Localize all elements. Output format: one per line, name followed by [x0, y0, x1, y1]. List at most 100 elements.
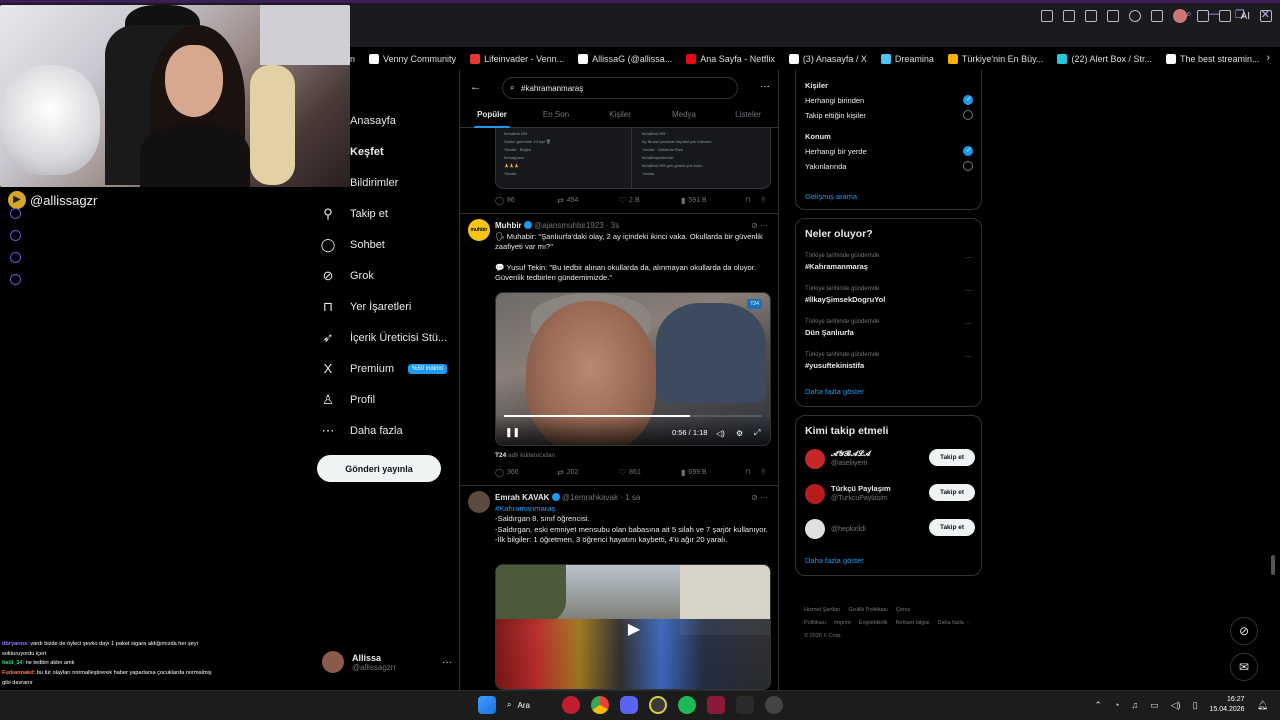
reader-icon[interactable] [1062, 10, 1075, 22]
bookmark-icon[interactable]: ⊓ [745, 468, 750, 476]
share-icon[interactable]: ⇪ [760, 468, 766, 476]
author-handle[interactable]: @1emrahkavak [562, 493, 618, 502]
fullscreen-icon[interactable]: ⤢ [754, 428, 760, 438]
bookmark-item[interactable]: Ana Sayfa - Netflix [686, 54, 775, 64]
discord-icon[interactable] [620, 696, 638, 714]
muhbir-avatar[interactable]: muhbir [468, 219, 490, 241]
radio-unselected[interactable] [963, 161, 973, 171]
nav-item-6[interactable]: ⊘ Grok [320, 260, 447, 291]
advanced-search-link[interactable]: Gelişmiş arama [805, 192, 857, 201]
trend-more-icon[interactable]: ··· [965, 253, 973, 262]
repost-button[interactable]: ⇄ 454 [557, 196, 619, 205]
author-name[interactable]: Muhbir [495, 221, 522, 230]
suggestion-handle[interactable]: @TurkcuPaylasim [831, 495, 888, 502]
nav-item-11[interactable]: ⋯ Daha fazla [320, 415, 447, 446]
footer-link[interactable]: Hizmet Şartları [804, 607, 840, 613]
bookmark-item[interactable]: Lifeinvader - Venn... [470, 54, 564, 64]
trend-item[interactable]: Türkiye tarihinde gündemde Dün Şanlıurfa ·… [805, 319, 973, 337]
radio-unselected[interactable] [963, 110, 973, 120]
opera-icon[interactable] [562, 696, 580, 714]
video-player-2[interactable]: ▶ [495, 564, 771, 690]
post-image[interactable]: ferhatbal 299 · Saldırı gününde 10 kişi 🗑… [495, 128, 771, 189]
footer-link[interactable]: Gizlilik Politikası [848, 607, 887, 613]
video-progress-bar[interactable] [504, 415, 762, 417]
filter-option[interactable]: Herhangi birinden [805, 95, 973, 105]
bookmark-icon[interactable]: ⊓ [745, 196, 750, 204]
nav-item-7[interactable]: ⊓ Yer İşaretleri [320, 291, 447, 322]
tweet-more-icon[interactable]: ⊘ ··· [751, 221, 768, 230]
bookmark-item[interactable]: Venny Community [369, 54, 456, 64]
repost-button[interactable]: ⇄ 202 [557, 468, 619, 477]
trend-more-icon[interactable]: ··· [965, 286, 973, 295]
mic-icon[interactable]: ♫ [1131, 700, 1138, 710]
history-icon[interactable] [10, 208, 21, 219]
emrah-avatar[interactable] [468, 491, 490, 513]
bookmark-item[interactable]: The best streamin... [1166, 54, 1260, 64]
suggestion-name[interactable]: 𝓐𝓨𝓑𝓐𝓛𝓐 [831, 449, 871, 459]
bookmark-item[interactable]: (3) Anasayfa / X [788, 54, 867, 64]
chevron-up-icon[interactable]: ⌃ [1094, 700, 1102, 711]
suggestion-name[interactable]: Türkçü Paylaşım [831, 484, 891, 493]
heart-icon[interactable] [1128, 10, 1141, 22]
nav-item-4[interactable]: ⚲ Takip et [320, 198, 447, 229]
search-icon[interactable]: ⌕ [1186, 8, 1192, 21]
wifi-icon[interactable]: ◔ [1114, 700, 1119, 710]
play-icon[interactable] [1106, 10, 1119, 22]
suggestion-handle[interactable]: @hepkirildi [831, 526, 866, 533]
filter-option[interactable]: Takip ettiğin kişiler [805, 110, 973, 120]
tab-4[interactable]: Medya [652, 106, 716, 127]
footer-link[interactable]: Reklam bilgisi [896, 620, 930, 626]
settings-icon[interactable]: ⚙ [736, 429, 743, 438]
video-source[interactable]: T24 adlı kullanıcıdan [495, 452, 555, 459]
follow-button[interactable]: Takip et [929, 449, 975, 466]
profile-avatar-icon[interactable] [1172, 9, 1187, 23]
footer-link[interactable]: Erişilebilirlik [859, 620, 888, 626]
scrollbar[interactable] [1271, 555, 1275, 575]
nav-item-8[interactable]: ➶ İçerik Üreticisi Stü... [320, 322, 448, 353]
grok-icon[interactable]: ⊘ [1230, 617, 1258, 645]
settings-icon[interactable] [765, 696, 783, 714]
adobe-icon[interactable] [707, 696, 725, 714]
like-button[interactable]: ♡ 2 B [619, 196, 681, 205]
radio-selected[interactable] [963, 146, 973, 156]
screenshot-icon[interactable] [1040, 10, 1053, 22]
nav-item-10[interactable]: ♙ Profil [320, 384, 447, 415]
trend-more-icon[interactable]: ··· [965, 352, 973, 361]
app-icon[interactable] [736, 696, 754, 714]
reply-button[interactable]: ◯ 86 [495, 196, 557, 205]
post-button[interactable]: Gönderi yayınla [317, 455, 441, 482]
pause-icon[interactable]: ❚❚ [505, 427, 520, 438]
bookmark-item[interactable]: AllissaG (@allissa... [578, 54, 672, 64]
volume-icon[interactable]: ◁) [1171, 700, 1181, 711]
tweet-time[interactable]: 3s [611, 221, 619, 230]
notification-icon[interactable]: 🔔︎ [1257, 700, 1268, 711]
filter-option[interactable]: Herhangi bir yerde [805, 146, 973, 156]
follow-suggestion[interactable]: @hepkirildi Takip et [805, 517, 975, 543]
settings-icon[interactable] [10, 274, 21, 285]
filter-option[interactable]: Yakınlarında [805, 161, 973, 171]
suggestion-avatar[interactable] [805, 484, 825, 504]
account-switcher[interactable]: Allissa @allissagzrr ··· [322, 651, 452, 673]
battery-icon[interactable]: ▯ [1193, 700, 1198, 711]
back-arrow-icon[interactable]: ← [470, 81, 481, 93]
share-icon[interactable]: ⇪ [760, 196, 766, 204]
clock-icon[interactable] [10, 230, 21, 241]
who-to-follow-show-more[interactable]: Daha fazla göster [805, 556, 864, 565]
trend-more-icon[interactable]: ··· [965, 319, 973, 328]
footer-link[interactable]: Imprint [834, 620, 851, 626]
windows-start-icon[interactable] [478, 696, 496, 714]
bookmark-item[interactable]: (22) Alert Box / Str... [1057, 54, 1152, 64]
maximize-icon[interactable]: ❐ [1235, 8, 1245, 21]
trend-item[interactable]: Türkiye tarihinde gündemde #İlkayŞimsekDo… [805, 286, 973, 304]
account-more-icon[interactable]: ··· [442, 657, 452, 668]
hashtag-link[interactable]: #Kahramanmaraş [495, 504, 773, 514]
spotify-icon[interactable] [678, 696, 696, 714]
views-button[interactable]: ▮ 591 B [681, 196, 743, 205]
clock[interactable]: 16:27 15.04.2026 [1210, 695, 1245, 715]
reply-button[interactable]: ◯ 366 [495, 468, 557, 477]
crop-icon[interactable] [1084, 10, 1097, 22]
trend-item[interactable]: Türkiye tarihinde gündemde #Kahramanmaraş… [805, 253, 973, 271]
suggestion-avatar[interactable] [805, 449, 825, 469]
play-icon[interactable]: ▶ [619, 615, 649, 645]
tab-1[interactable]: Popüler [460, 106, 524, 128]
